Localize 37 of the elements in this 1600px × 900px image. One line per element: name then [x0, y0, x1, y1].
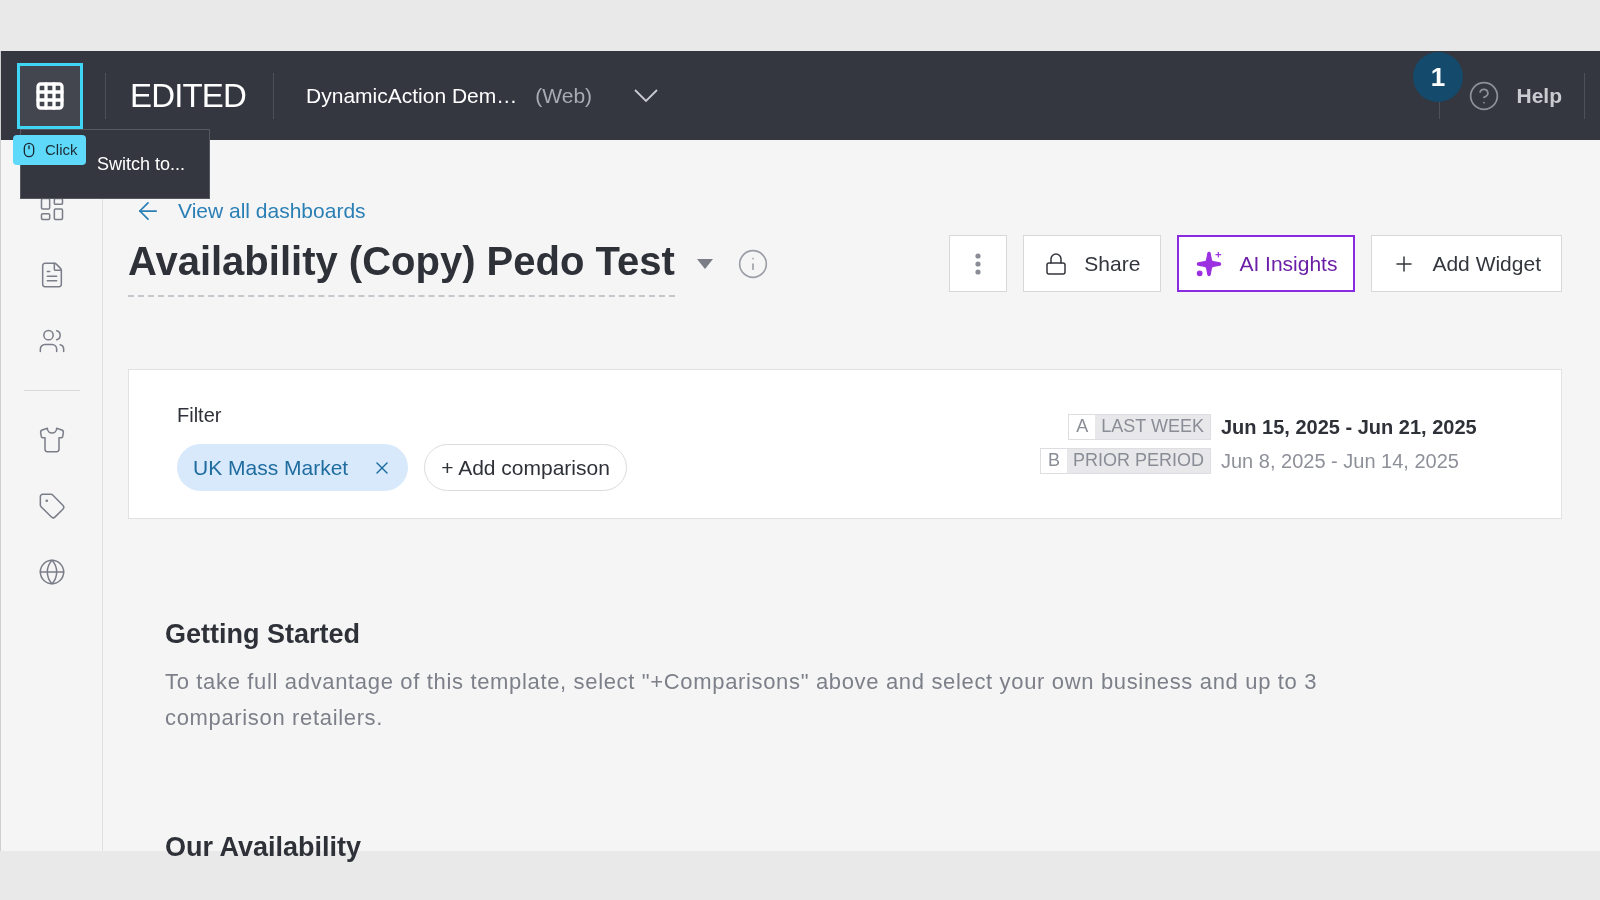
tag-icon [37, 492, 66, 520]
ai-insights-button[interactable]: AI Insights [1177, 235, 1356, 292]
grid-icon [34, 79, 66, 112]
tooltip-text: Switch to... [97, 152, 186, 176]
filter-chip[interactable]: UK Mass Market [177, 444, 409, 491]
help-icon [1468, 79, 1501, 112]
share-button[interactable]: Share [1023, 235, 1162, 292]
date-range: Jun 15, 2025 - Jun 21, 2025 [1221, 414, 1478, 440]
caret-icon[interactable] [696, 258, 713, 269]
sparkles-icon [1195, 249, 1224, 278]
brand-logo: EDITED [130, 75, 247, 116]
add-widget-button[interactable]: Add Widget [1371, 235, 1562, 292]
dashboard-title: Availability (Copy) Pedo Test [128, 230, 675, 297]
period-tag: A LAST WEEK [1068, 413, 1211, 440]
section-heading: Getting Started [165, 617, 361, 651]
people-icon [37, 327, 66, 355]
step-badge: 1 [1413, 52, 1463, 102]
app-switcher-button[interactable] [17, 62, 83, 129]
click-badge: Click [13, 135, 86, 165]
globe-icon [37, 558, 66, 586]
platform-label: (Web) [535, 82, 593, 109]
add-comparison-button[interactable]: + Add comparison [424, 444, 627, 491]
lock-icon [1044, 251, 1069, 276]
view-all-dashboards-link[interactable]: View all dashboards [134, 195, 366, 227]
filter-label: Filter [177, 403, 223, 428]
mouse-icon [21, 142, 37, 158]
date-range: Jun 8, 2025 - Jun 14, 2025 [1221, 448, 1460, 474]
workspace-name: DynamicAction Dem… [306, 82, 518, 109]
section-heading: Our Availability [165, 831, 363, 864]
workspace-selector[interactable]: DynamicAction Dem… (Web) [306, 79, 659, 112]
help-button[interactable]: Help [1468, 79, 1562, 112]
shirt-icon [37, 426, 66, 454]
period-tag: B PRIOR PERIOD [1039, 447, 1211, 474]
info-icon[interactable] [736, 247, 769, 280]
intro-paragraph: To take full advantage of this template, select "+Comparisons" above and select your own business and up to 3 comparison retailers. [165, 668, 1319, 732]
chevron-down-icon [634, 89, 659, 102]
more-icon [975, 252, 982, 275]
